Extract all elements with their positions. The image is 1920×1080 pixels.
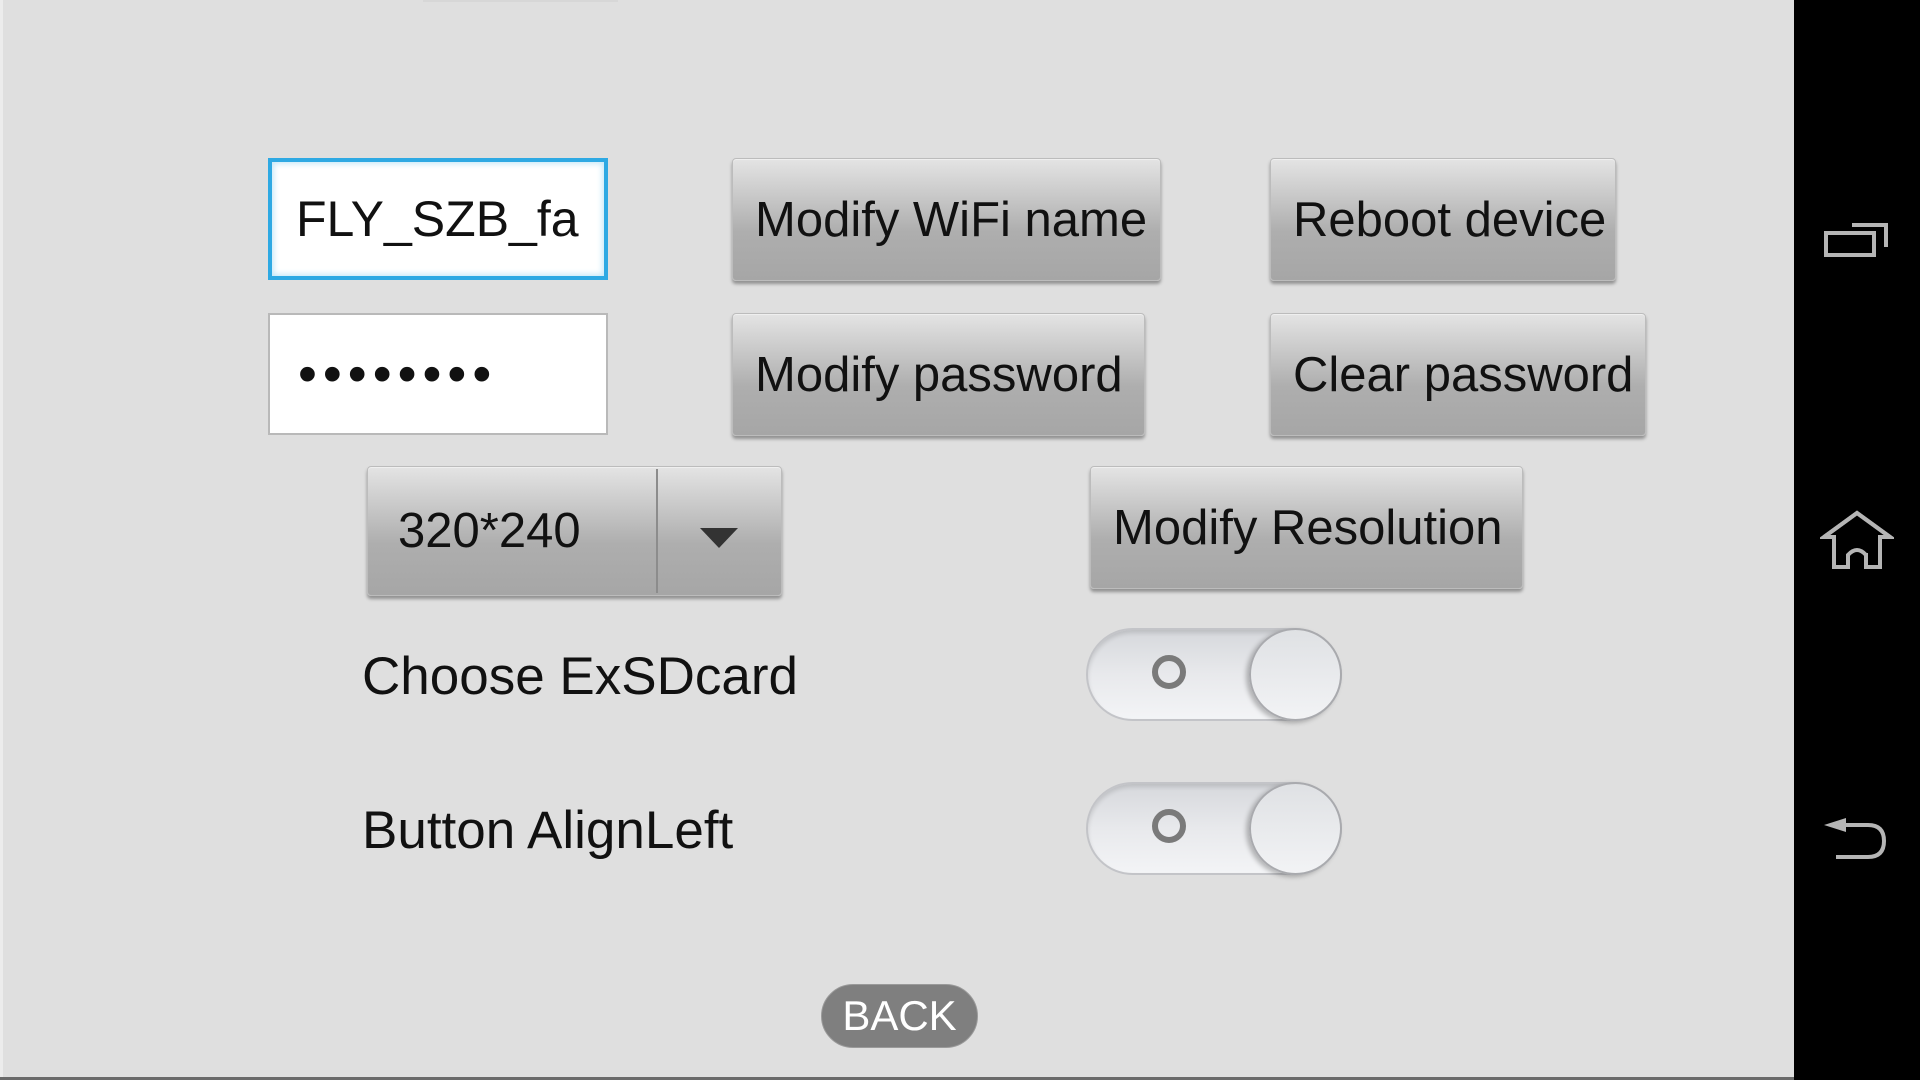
toggle-off-indicator-icon <box>1152 655 1186 689</box>
back-icon <box>1824 818 1887 859</box>
choose-exsdcard-label: Choose ExSDcard <box>362 647 798 706</box>
recent-apps-icon <box>1824 223 1888 257</box>
toggle-off-indicator-icon <box>1152 809 1186 843</box>
modify-resolution-label: Modify Resolution <box>1113 500 1503 555</box>
recent-apps-button[interactable] <box>1794 172 1920 312</box>
back-button-label: BACK <box>842 992 957 1039</box>
choose-exsdcard-toggle[interactable] <box>1086 628 1342 721</box>
toggle-knob[interactable] <box>1249 782 1342 875</box>
toggle-knob[interactable] <box>1249 628 1342 721</box>
wifi-password-value: •••••••• <box>298 344 498 404</box>
reboot-device-button[interactable]: Reboot device <box>1270 158 1616 281</box>
home-button[interactable] <box>1794 470 1920 610</box>
resolution-dropdown[interactable]: 320*240 <box>367 466 782 596</box>
modify-wifi-name-button[interactable]: Modify WiFi name <box>732 158 1161 281</box>
top-edge-indicator <box>423 0 618 2</box>
modify-resolution-button[interactable]: Modify Resolution <box>1090 466 1523 589</box>
modify-password-label: Modify password <box>755 347 1123 402</box>
system-navigation-bar <box>1794 0 1920 1080</box>
dropdown-arrow-icon <box>700 528 738 548</box>
back-button[interactable]: BACK <box>821 984 978 1048</box>
home-icon <box>1820 510 1894 569</box>
resolution-selected-value: 320*240 <box>398 504 581 558</box>
app-screen: FLY_SZB_fa •••••••• Modify WiFi name Reb… <box>0 0 1794 1077</box>
wifi-password-input[interactable]: •••••••• <box>268 313 608 435</box>
clear-password-label: Clear password <box>1293 347 1634 402</box>
reboot-device-label: Reboot device <box>1293 192 1607 247</box>
clear-password-button[interactable]: Clear password <box>1270 313 1646 436</box>
back-nav-button[interactable] <box>1794 770 1920 910</box>
modify-password-button[interactable]: Modify password <box>732 313 1145 436</box>
dropdown-divider <box>656 469 658 593</box>
wifi-name-input[interactable]: FLY_SZB_fa <box>268 158 608 280</box>
button-alignleft-toggle[interactable] <box>1086 782 1342 875</box>
button-alignleft-label: Button AlignLeft <box>362 801 734 860</box>
modify-wifi-name-label: Modify WiFi name <box>755 192 1148 247</box>
wifi-name-value: FLY_SZB_fa <box>296 191 579 247</box>
